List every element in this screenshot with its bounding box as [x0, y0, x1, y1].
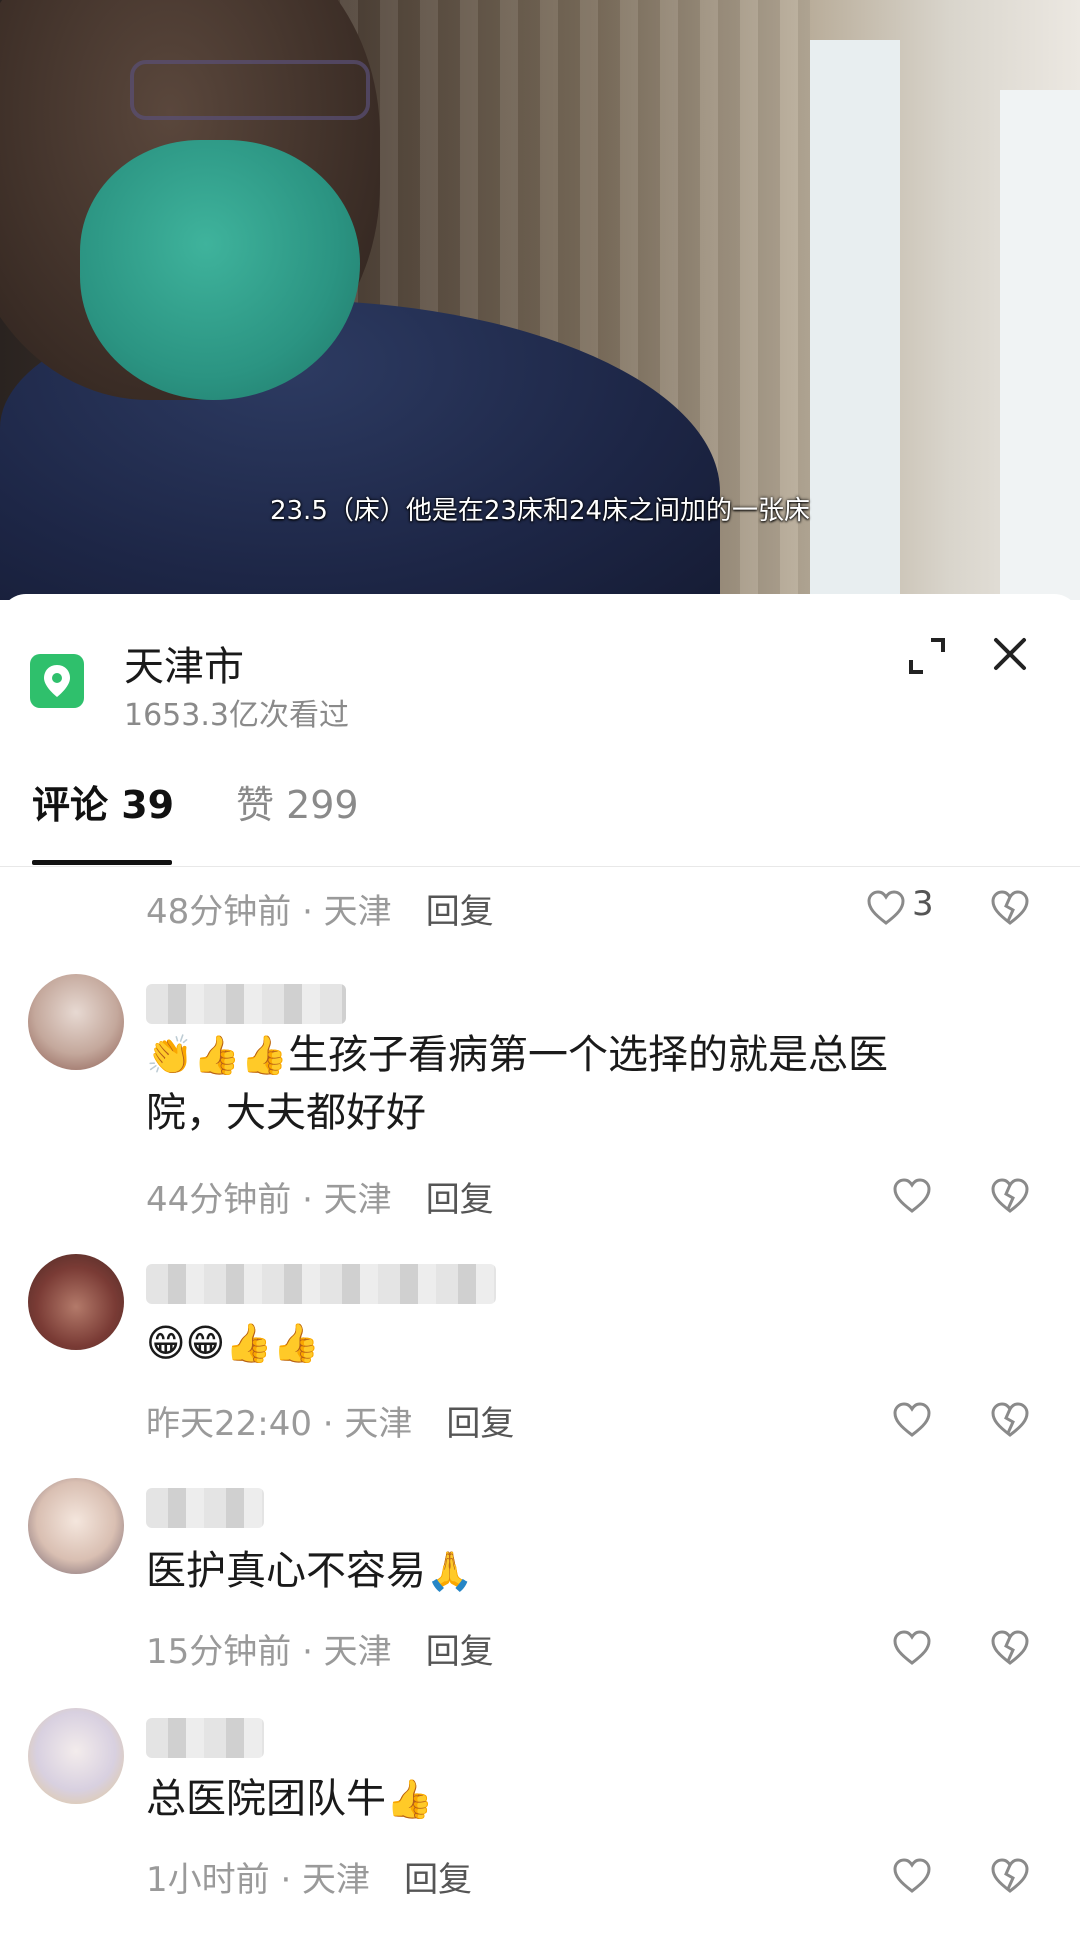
username[interactable]: [146, 1718, 264, 1758]
heart-icon[interactable]: [892, 1176, 932, 1216]
video-subtitle: 23.5（床）他是在23床和24床之间加的一张床: [269, 496, 811, 526]
emoji: 👏👍👍: [146, 1033, 288, 1077]
broken-heart-icon[interactable]: [990, 1400, 1030, 1440]
comment-text-line: 总医院团队牛: [146, 1776, 386, 1822]
tab-likes[interactable]: 赞 299: [236, 774, 359, 829]
heart-icon[interactable]: [892, 1628, 932, 1668]
avatar[interactable]: [28, 1708, 124, 1804]
reply-button[interactable]: 回复: [446, 1404, 514, 1444]
comment-text: 😁😁👍👍: [146, 1314, 1006, 1372]
reply-button[interactable]: 回复: [426, 1632, 494, 1672]
comment-time: 44分钟前 · 天津: [146, 1180, 392, 1220]
divider: [0, 866, 1080, 867]
expand-icon[interactable]: [905, 634, 949, 678]
username[interactable]: [146, 984, 346, 1024]
comment-meta: 15分钟前 · 天津 回复: [146, 1624, 494, 1673]
comment-time: 1小时前 · 天津: [146, 1860, 371, 1900]
comment-text-line: 院，大夫都好好: [146, 1090, 426, 1136]
broken-heart-icon[interactable]: [990, 1628, 1030, 1668]
broken-heart-icon[interactable]: [990, 888, 1030, 928]
comment-text-line: 医护真心不容易: [146, 1548, 426, 1594]
emoji: 😁😁👍👍: [146, 1321, 320, 1365]
comment-meta: 昨天22:40 · 天津 回复: [146, 1396, 514, 1445]
location-title[interactable]: 天津市: [124, 634, 244, 692]
tab-active-indicator: [32, 860, 172, 865]
heart-icon[interactable]: [892, 1400, 932, 1440]
comment-time: 15分钟前 · 天津: [146, 1632, 392, 1672]
heart-icon[interactable]: [892, 1856, 932, 1896]
reply-button[interactable]: 回复: [426, 1180, 494, 1220]
video-player[interactable]: 23.5（床）他是在23床和24床之间加的一张床: [0, 0, 1080, 600]
avatar[interactable]: [28, 1254, 124, 1350]
username[interactable]: [146, 1488, 264, 1528]
video-person-glasses: [130, 60, 370, 120]
comment-meta: 1小时前 · 天津 回复: [146, 1852, 472, 1901]
comment-text: 👏👍👍生孩子看病第一个选择的就是总医 院，大夫都好好: [146, 1026, 1006, 1142]
comment-meta: 48分钟前 · 天津 回复: [146, 884, 494, 933]
comment-text-line: 生孩子看病第一个选择的就是总医: [287, 1032, 888, 1078]
location-views: 1653.3亿次看过: [124, 698, 349, 733]
tab-comments[interactable]: 评论 39: [32, 774, 174, 829]
reply-button[interactable]: 回复: [404, 1860, 472, 1900]
avatar[interactable]: [28, 974, 124, 1070]
broken-heart-icon[interactable]: [990, 1856, 1030, 1896]
comment-text: 总医院团队牛👍: [146, 1770, 1006, 1828]
username[interactable]: [146, 1264, 496, 1304]
emoji: 🙏: [426, 1549, 474, 1593]
broken-heart-icon[interactable]: [990, 1176, 1030, 1216]
like-count: 3: [912, 884, 934, 924]
comment-time: 昨天22:40 · 天津: [146, 1404, 413, 1444]
comment-time: 48分钟前 · 天津: [146, 892, 392, 932]
comment-sheet: 天津市 1653.3亿次看过 评论 39 赞 299 48分钟前 · 天津 回复 …: [0, 594, 1080, 1935]
emoji: 👍: [386, 1777, 434, 1821]
avatar[interactable]: [28, 1478, 124, 1574]
reply-button[interactable]: 回复: [426, 892, 494, 932]
comment-text: 医护真心不容易🙏: [146, 1542, 1006, 1600]
map-pin-icon: [30, 654, 84, 708]
heart-icon[interactable]: [866, 888, 906, 928]
comment-meta: 44分钟前 · 天津 回复: [146, 1172, 494, 1221]
close-icon[interactable]: [988, 632, 1032, 676]
